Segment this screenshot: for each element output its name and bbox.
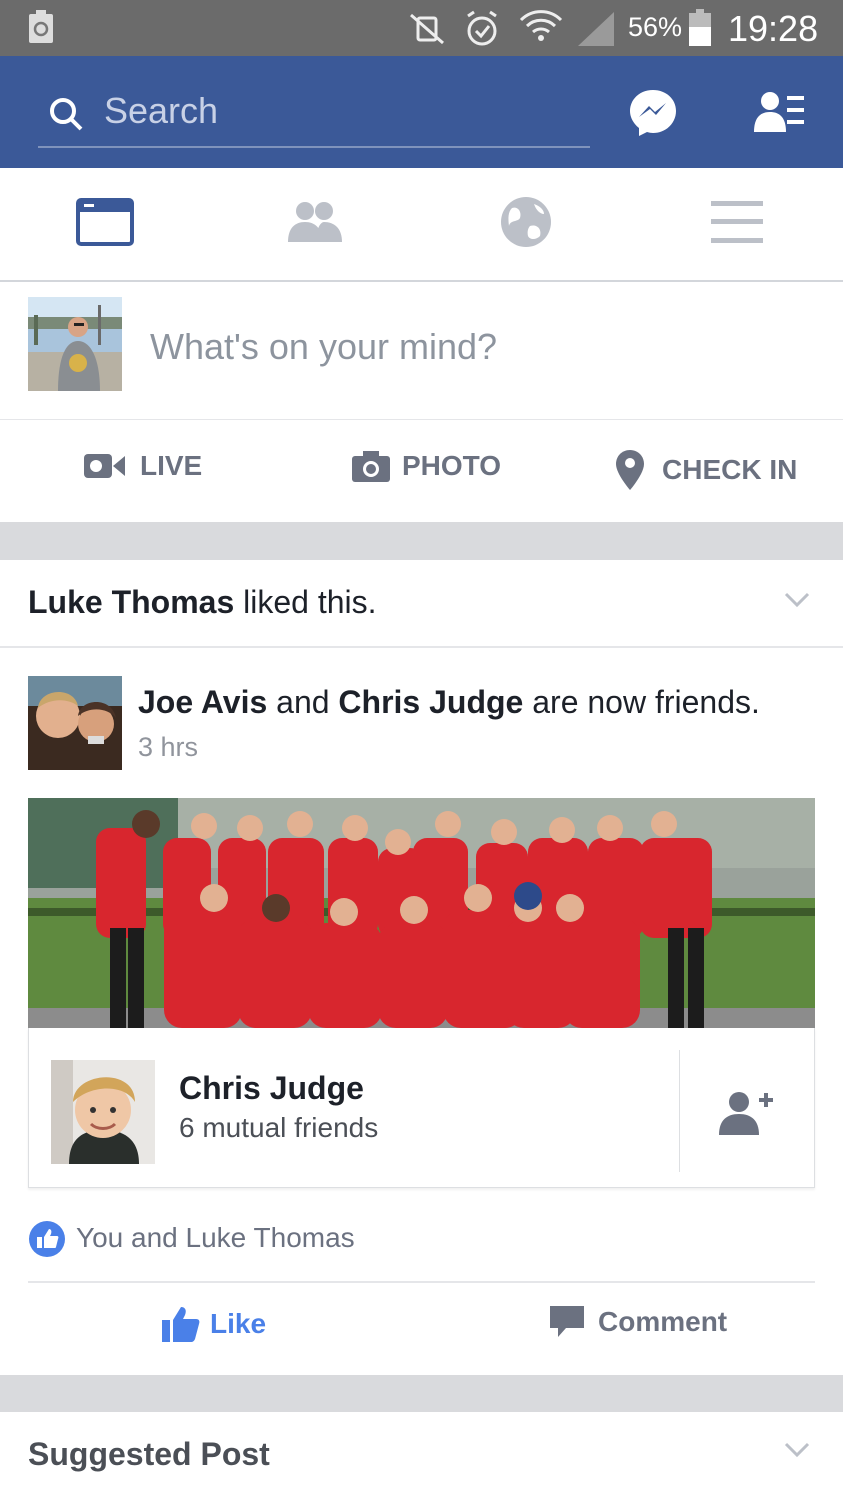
context-actor[interactable]: Luke Thomas	[28, 584, 234, 620]
friend-card[interactable]: Chris Judge 6 mutual friends	[28, 1028, 815, 1188]
friend-b-link[interactable]: Chris Judge	[338, 684, 523, 720]
clock: 19:28	[728, 8, 819, 49]
location-pin-icon	[616, 450, 644, 490]
and-text: and	[267, 684, 339, 720]
friends-icon	[286, 200, 344, 249]
check-in-label: CHECK IN	[662, 454, 798, 485]
friend-card-name[interactable]: Chris Judge	[179, 1070, 364, 1107]
hamburger-icon	[711, 200, 763, 248]
like-label: Like	[210, 1308, 267, 1339]
story-avatar[interactable]	[28, 676, 122, 770]
battery-percent: 56%	[628, 12, 683, 42]
search-placeholder: Search	[104, 90, 219, 131]
mutual-friends[interactable]: 6 mutual friends	[179, 1112, 378, 1144]
recycle-icon	[28, 10, 54, 49]
wifi-icon	[518, 6, 564, 53]
profile-picture[interactable]	[28, 297, 122, 391]
search-input[interactable]: Search	[38, 84, 590, 148]
like-button[interactable]: Like	[162, 1306, 266, 1342]
comment-icon	[550, 1306, 584, 1338]
friend-requests-icon[interactable]	[754, 90, 806, 139]
check-in-button[interactable]: CHECK IN	[616, 450, 797, 490]
alarm-icon	[462, 9, 502, 54]
composer-actions: LIVE PHOTO CHECK IN	[0, 420, 843, 522]
like-badge-icon	[28, 1220, 66, 1263]
vibrate-mute-icon	[408, 12, 446, 51]
battery-icon	[688, 9, 712, 52]
cover-photo[interactable]	[28, 798, 815, 1028]
actions-separator	[28, 1281, 815, 1283]
tab-notifications[interactable]	[421, 168, 631, 280]
chevron-down-icon-2[interactable]	[784, 1442, 810, 1463]
friends-text: are now friends.	[523, 684, 760, 720]
add-friend-icon[interactable]	[719, 1090, 775, 1141]
friendship-text: Joe Avis and Chris Judge are now friends…	[138, 684, 760, 721]
story-context-text: Luke Thomas liked this.	[28, 584, 377, 621]
live-button[interactable]: LIVE	[84, 450, 202, 482]
live-label: LIVE	[140, 450, 203, 481]
tab-friends[interactable]	[210, 168, 420, 280]
friend-a-link[interactable]: Joe Avis	[138, 684, 267, 720]
friend-card-avatar[interactable]	[51, 1060, 155, 1164]
tab-menu[interactable]	[632, 168, 842, 280]
photo-label: PHOTO	[402, 450, 502, 481]
search-icon	[48, 96, 84, 137]
video-camera-icon	[84, 452, 126, 480]
context-text: liked this.	[234, 584, 377, 620]
comment-button[interactable]: Comment	[550, 1306, 727, 1338]
chevron-down-icon[interactable]	[784, 592, 810, 613]
photo-button[interactable]: PHOTO	[352, 450, 501, 482]
story-timestamp[interactable]: 3 hrs	[138, 732, 198, 763]
thumbs-up-icon	[162, 1306, 200, 1342]
messenger-icon[interactable]	[628, 88, 678, 143]
globe-icon	[500, 196, 552, 253]
card-divider	[679, 1050, 680, 1172]
story-context-header: Luke Thomas liked this.	[0, 560, 843, 648]
status-bar: 56% 19:28	[0, 0, 843, 56]
tab-news-feed[interactable]	[0, 168, 210, 280]
comment-label: Comment	[598, 1306, 728, 1337]
feed-divider-2	[0, 1375, 843, 1412]
camera-icon	[352, 450, 390, 482]
top-bar: Search	[0, 56, 843, 168]
composer-prompt: What's on your mind?	[150, 326, 498, 367]
feed-divider	[0, 522, 843, 560]
news-feed-icon	[76, 197, 134, 251]
signal-icon	[576, 10, 616, 53]
suggested-post-label: Suggested Post	[28, 1436, 270, 1472]
status-composer[interactable]: What's on your mind?	[0, 282, 843, 420]
nav-tabs	[0, 168, 843, 282]
likes-summary[interactable]: You and Luke Thomas	[76, 1222, 355, 1254]
